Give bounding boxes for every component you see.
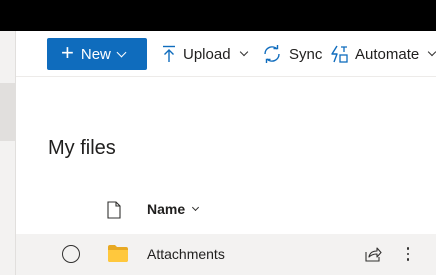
new-button[interactable]: + New	[47, 38, 147, 70]
file-name-link[interactable]: Attachments	[147, 246, 225, 262]
share-icon[interactable]	[364, 245, 382, 263]
more-dot	[406, 258, 410, 261]
chevron-down-icon	[116, 47, 127, 57]
file-list-header: Name	[16, 192, 436, 228]
sync-label: Sync	[289, 45, 323, 63]
more-dot	[406, 252, 410, 256]
document-icon	[107, 201, 121, 219]
folder-icon	[108, 245, 128, 262]
upload-label: Upload	[183, 45, 231, 63]
automate-icon	[331, 45, 348, 63]
suite-header	[0, 0, 436, 31]
page-title: My files	[48, 137, 116, 159]
column-header-name-label: Name	[147, 201, 186, 217]
sync-icon	[264, 45, 280, 63]
nav-selected-item[interactable]	[0, 83, 16, 141]
chevron-down-icon	[239, 47, 248, 57]
chevron-down-icon	[427, 47, 436, 57]
left-navigation	[0, 31, 16, 275]
column-header-name[interactable]: Name	[147, 201, 200, 217]
command-bar: + New Upload Sync Automate	[16, 31, 436, 77]
sync-button[interactable]: Sync	[262, 38, 322, 70]
plus-icon: +	[61, 40, 74, 65]
upload-icon	[163, 45, 175, 62]
more-options-icon[interactable]	[403, 244, 413, 264]
upload-button[interactable]: Upload	[162, 38, 248, 70]
row-select-radio[interactable]	[62, 245, 80, 263]
chevron-down-icon	[192, 203, 200, 212]
table-row[interactable]: Attachments	[16, 234, 436, 275]
new-button-label: New	[80, 45, 111, 63]
more-dot	[406, 247, 410, 250]
automate-button[interactable]: Automate	[330, 38, 436, 70]
automate-label: Automate	[355, 45, 420, 63]
